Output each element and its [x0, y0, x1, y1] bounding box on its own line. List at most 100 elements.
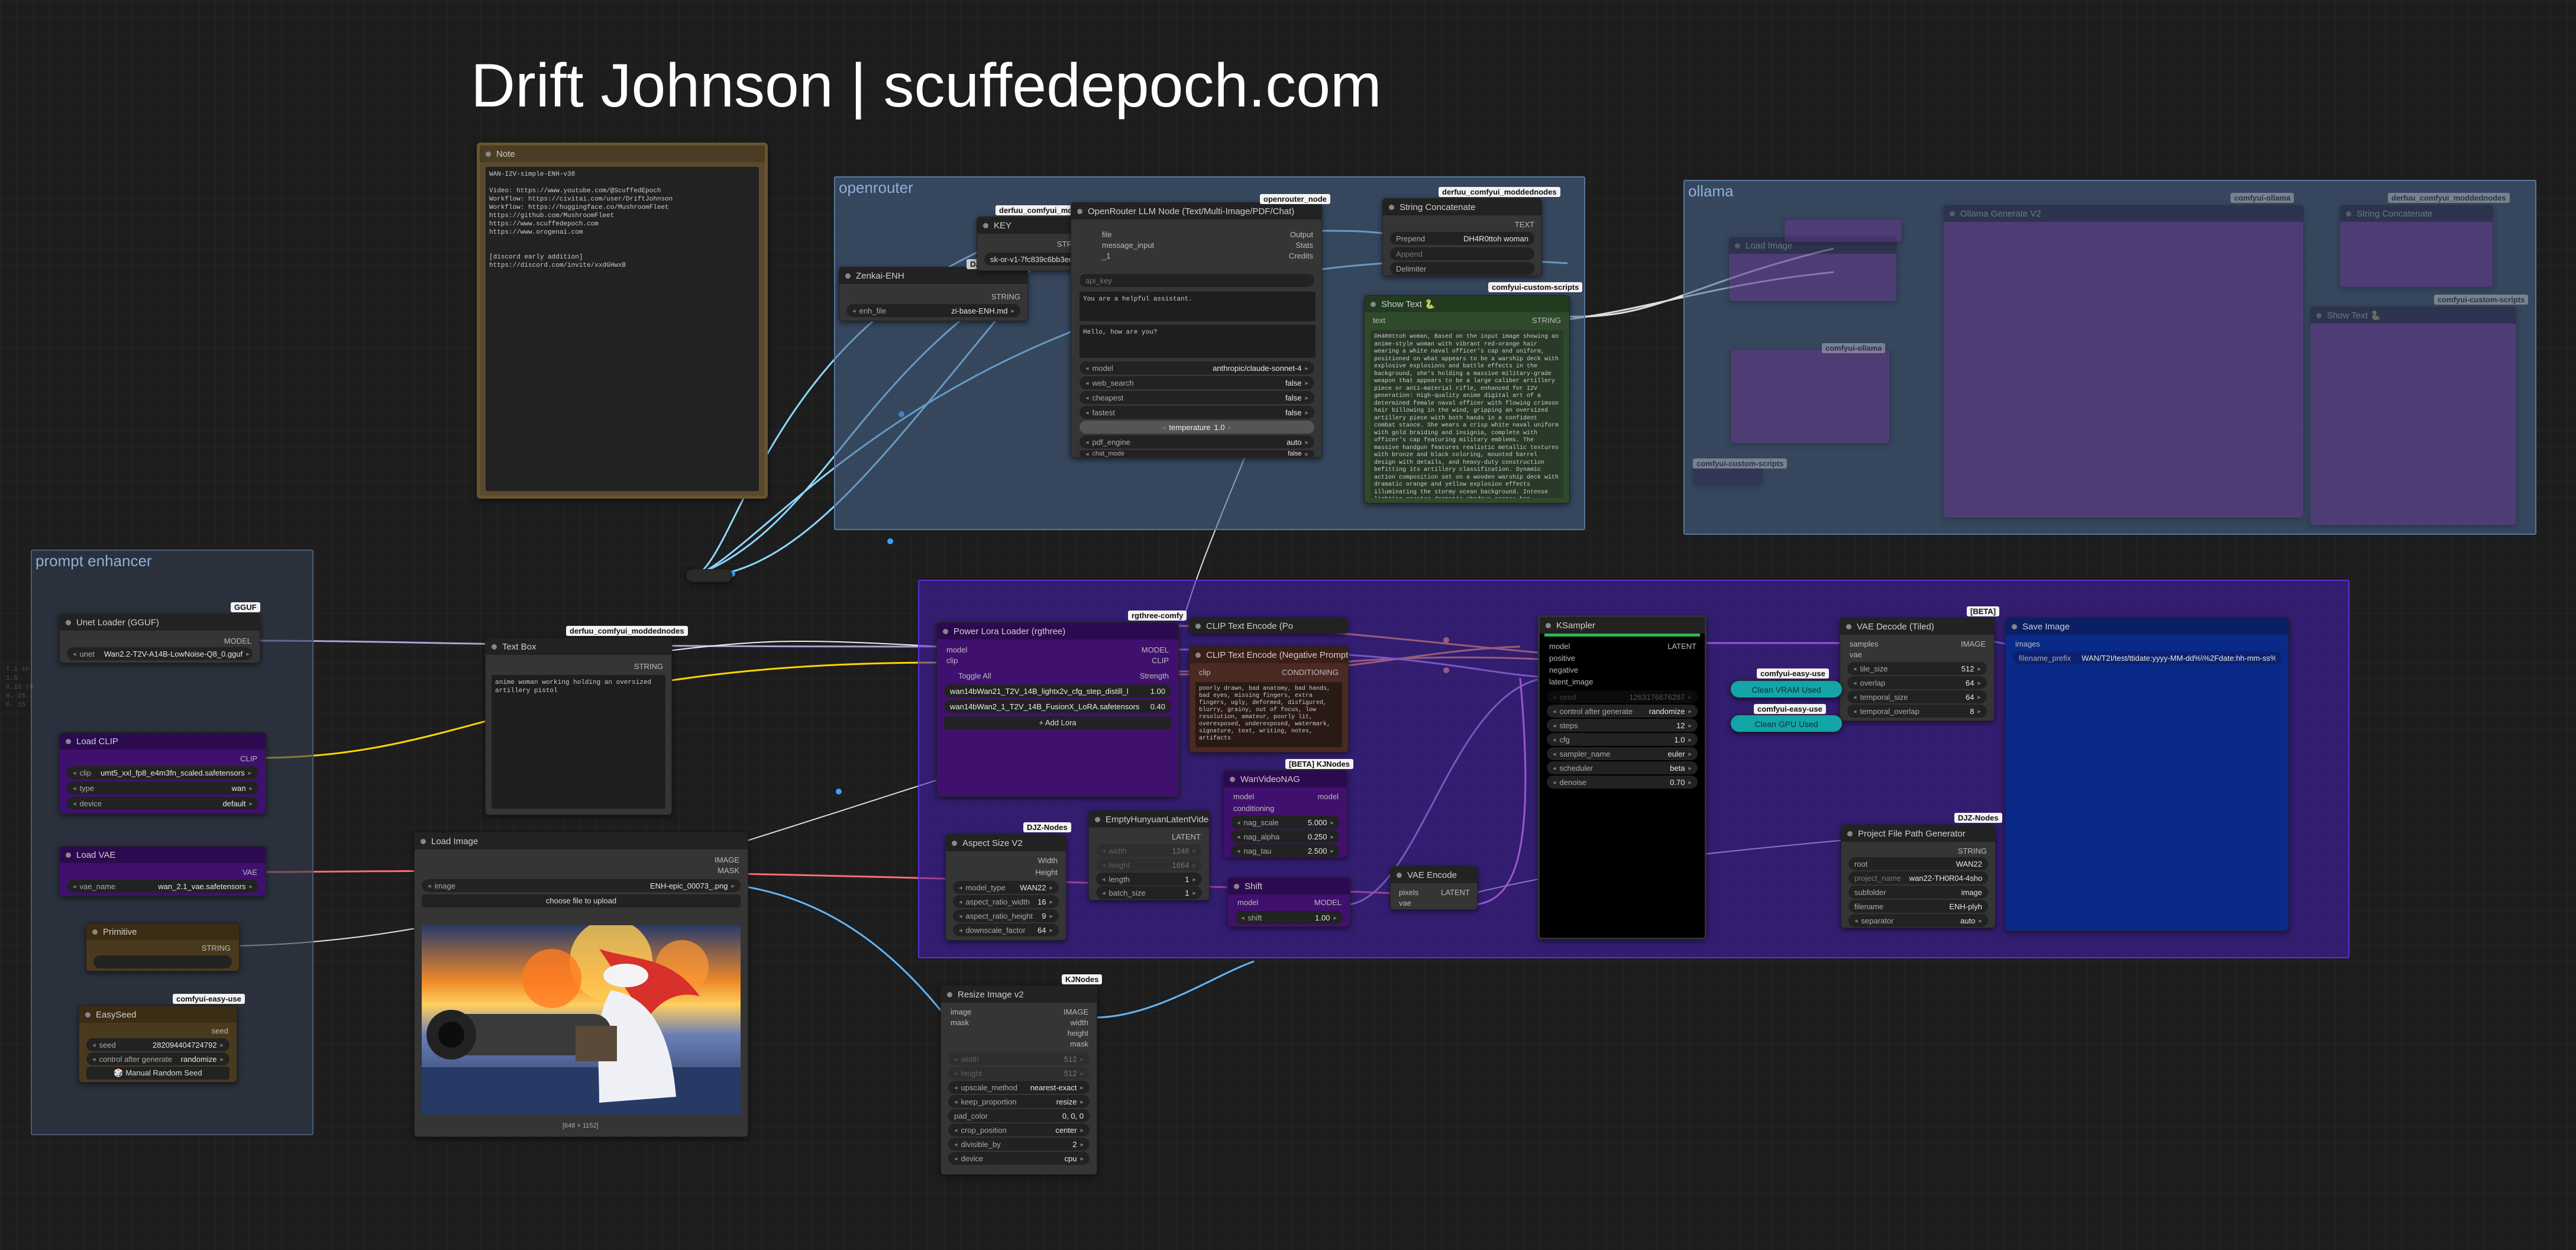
wanvideo-nag-node[interactable]: WanVideoNAG model conditioning model nag… — [1223, 770, 1347, 858]
ollama-generate-node[interactable]: Ollama Generate V2 — [1943, 205, 2304, 518]
lora-row-1[interactable]: wan14bWan21_T2V_14B_lightx2v_cfg_step_di… — [944, 684, 1171, 697]
save-image-node[interactable]: Save Image images filename_prefix WAN/T2I… — [2005, 618, 2289, 931]
root-field[interactable]: root WAN22 — [1848, 857, 1988, 870]
web-search-toggle[interactable]: web_searchfalse — [1079, 376, 1314, 389]
unet-loader-node[interactable]: Unet Loader (GGUF) MODEL unetWan2.2-T2V-… — [59, 613, 260, 663]
image-dropdown[interactable]: imageENH-epic_00073_.png — [422, 879, 741, 892]
clip-text-encode-negative-node[interactable]: CLIP Text Encode (Negative Prompt) clip … — [1189, 646, 1349, 752]
input-samples[interactable]: samples — [1850, 639, 1878, 648]
width-widget[interactable]: width1248 — [1096, 844, 1202, 857]
output-clip[interactable]: CLIP — [1152, 656, 1169, 665]
clip-text-encode-positive-node[interactable]: CLIP Text Encode (Po — [1189, 617, 1347, 634]
output-stats[interactable]: Stats — [1295, 241, 1313, 250]
load-clip-node[interactable]: Load CLIP CLIP clipumt5_xxl_fp8_e4m3fn_s… — [59, 732, 266, 814]
output-text[interactable]: TEXT — [1515, 220, 1534, 229]
chat-mode-toggle[interactable]: chat_modefalse — [1079, 450, 1314, 457]
input-pixels[interactable]: pixels — [1399, 888, 1418, 897]
nag-scale-widget[interactable]: nag_scale5.000 — [1231, 816, 1340, 829]
output-height[interactable]: height — [1068, 1029, 1088, 1038]
output-output[interactable]: Output — [1290, 230, 1313, 239]
output-string[interactable]: STRING — [1958, 847, 1987, 855]
sampler-name-dropdown[interactable]: sampler_nameeuler — [1547, 747, 1698, 760]
seed-field[interactable]: seed282094404724792 — [86, 1038, 230, 1051]
prepend-field[interactable]: Prepend DH4R0ttoh woman — [1390, 232, 1534, 245]
text-box-node[interactable]: Text Box STRING anime woman working hold… — [485, 638, 672, 815]
note-text[interactable]: WAN-I2V-simple-ENH-v38 Video: https://ww… — [486, 167, 759, 491]
ksampler-node[interactable]: KSampler model positive negative latent_… — [1538, 615, 1706, 939]
control-after-generate-dropdown[interactable]: control after generaterandomize — [1547, 705, 1698, 718]
cheapest-toggle[interactable]: cheapestfalse — [1079, 391, 1314, 404]
steps-widget[interactable]: steps12 — [1547, 719, 1698, 732]
output-string[interactable]: STRING — [634, 662, 663, 671]
control-after-generate-dropdown[interactable]: control after generaterandomize — [86, 1052, 230, 1065]
denoise-widget[interactable]: denoise0.70 — [1547, 776, 1698, 789]
easyseed-node[interactable]: EasySeed seed seed282094404724792 contro… — [79, 1006, 237, 1083]
upscale-method-dropdown[interactable]: upscale_methodnearest-exact — [948, 1081, 1090, 1094]
model-dropdown[interactable]: modelanthropic/claude-sonnet-4 — [1079, 361, 1314, 374]
api-key-field[interactable]: api_key — [1079, 274, 1314, 287]
load-vae-node[interactable]: Load VAE VAE vae_namewan_2.1_vae.safeten… — [59, 846, 266, 896]
output-credits[interactable]: Credits — [1289, 251, 1313, 260]
pad-color-field[interactable]: pad_color 0, 0, 0 — [948, 1109, 1090, 1122]
input-message[interactable]: message_input — [1102, 241, 1154, 250]
primitive-value-field[interactable] — [93, 955, 232, 968]
filename-field[interactable]: filename ENH-plyh — [1848, 900, 1988, 913]
input-extra[interactable]: _1 — [1102, 251, 1110, 260]
pdf-engine-dropdown[interactable]: pdf_engineauto — [1079, 435, 1314, 448]
output-image[interactable]: IMAGE — [1961, 639, 1986, 648]
project-file-path-node[interactable]: Project File Path Generator STRING root W… — [1841, 825, 1996, 928]
ollama-showtext-node[interactable]: Show Text 🐍 — [2310, 306, 2517, 525]
temporal-overlap-widget[interactable]: temporal_overlap8 — [1847, 705, 1987, 718]
cfg-widget[interactable]: cfg1.0 — [1547, 733, 1698, 746]
temperature-slider[interactable]: temperature1.0 — [1079, 421, 1314, 434]
primitive-node[interactable]: Primitive STRING — [86, 923, 240, 971]
downscale-factor-widget[interactable]: downscale_factor64 — [953, 923, 1059, 936]
append-field[interactable]: Append — [1390, 247, 1534, 260]
user-prompt-text[interactable]: Hello, how are you? — [1079, 325, 1316, 358]
show-text-content[interactable]: DH4R0ttoh woman, Based on the input imag… — [1371, 330, 1563, 498]
input-model[interactable]: model — [1549, 642, 1570, 651]
output-latent[interactable]: LATENT — [1172, 832, 1201, 841]
input-vae[interactable]: vae — [1850, 650, 1862, 659]
clean-gpu-node[interactable]: Clean GPU Used — [1730, 715, 1843, 732]
negative-prompt-text[interactable]: poorly drawn, bad anatomy, bad hands, ba… — [1195, 682, 1342, 747]
ollama-small-node-c[interactable] — [1693, 467, 1763, 485]
output-string[interactable]: STRING — [202, 944, 231, 952]
output-model[interactable]: MODEL — [1314, 898, 1342, 907]
clip-type-dropdown[interactable]: typewan — [67, 781, 258, 794]
toggle-all[interactable]: Toggle All — [958, 671, 991, 680]
device-dropdown[interactable]: devicecpu — [948, 1152, 1090, 1165]
input-model[interactable]: model — [1233, 792, 1254, 801]
input-file[interactable]: file — [1102, 230, 1112, 239]
clean-vram-node[interactable]: Clean VRAM Used — [1730, 680, 1843, 698]
resize-image-node[interactable]: Resize Image v2 image mask IMAGE width h… — [940, 986, 1097, 1175]
input-conditioning[interactable]: conditioning — [1233, 804, 1274, 813]
output-clip[interactable]: CLIP — [240, 754, 257, 763]
output-string[interactable]: STRING — [1532, 316, 1561, 325]
output-vae[interactable]: VAE — [243, 868, 257, 877]
power-lora-loader-node[interactable]: Power Lora Loader (rgthree) model clip M… — [936, 622, 1179, 797]
clip-name-dropdown[interactable]: clipumt5_xxl_fp8_e4m3fn_scaled.safetenso… — [67, 766, 258, 779]
ollama-small-node-a[interactable] — [1784, 219, 1902, 243]
system-prompt-text[interactable]: You are a helpful assistant. — [1079, 292, 1316, 321]
output-conditioning[interactable]: CONDITIONING — [1282, 668, 1339, 677]
output-model[interactable]: MODEL — [1142, 645, 1169, 654]
subfolder-field[interactable]: subfolder image — [1848, 886, 1988, 899]
output-height[interactable]: Height — [1035, 868, 1058, 877]
text-box-content[interactable]: anime woman working holding an oversized… — [492, 675, 665, 809]
output-image[interactable]: IMAGE — [715, 855, 739, 864]
lora-row-2[interactable]: wan14bWan2_1_T2V_14B_FusionX_LoRA.safete… — [944, 700, 1171, 713]
scheduler-dropdown[interactable]: schedulerbeta — [1547, 761, 1698, 774]
input-model[interactable]: model — [1237, 898, 1258, 907]
seed-widget[interactable]: seed1263176676287 — [1547, 690, 1698, 703]
nag-tau-widget[interactable]: nag_tau2.500 — [1231, 844, 1340, 857]
height-widget[interactable]: height1664 — [1096, 858, 1202, 871]
batch-size-widget[interactable]: batch_size1 — [1096, 886, 1202, 899]
openrouter-llm-node[interactable]: OpenRouter LLM Node (Text/Multi-Image/PD… — [1071, 202, 1322, 458]
choose-file-button[interactable]: choose file to upload — [422, 894, 741, 907]
input-clip[interactable]: clip — [1199, 668, 1211, 677]
note-node[interactable]: Note WAN-I2V-simple-ENH-v38 Video: https… — [477, 143, 768, 499]
zenkai-enh-node[interactable]: Zenkai-ENH STRING enh_filezi-base-ENH.md — [839, 267, 1028, 321]
model-type-dropdown[interactable]: model_typeWAN22 — [953, 881, 1059, 894]
input-negative[interactable]: negative — [1549, 666, 1578, 674]
